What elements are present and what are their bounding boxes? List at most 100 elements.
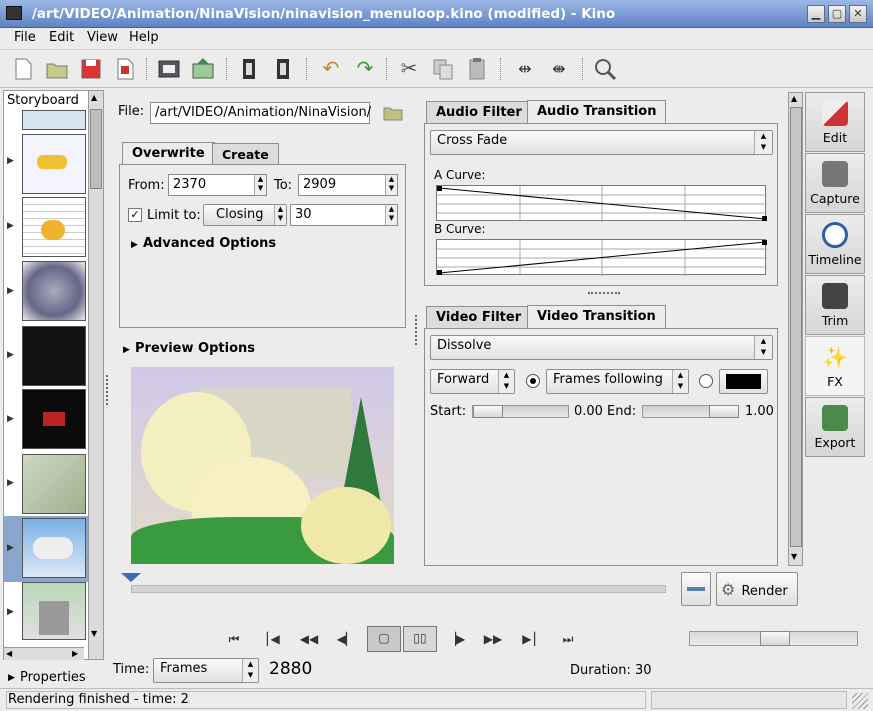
storyboard-hscrollbar[interactable]: ◀ ▶ [4, 647, 84, 660]
minimize-button[interactable]: ▁ [807, 5, 825, 23]
save-as-icon[interactable] [112, 56, 138, 82]
expand-arrow-icon[interactable]: ▶ [7, 350, 14, 360]
expand-arrow-icon[interactable]: ▶ [7, 221, 14, 231]
maximize-button[interactable]: ▢ [828, 5, 846, 23]
properties-arrow-icon[interactable]: ▶ [8, 673, 15, 683]
scene-thumbnail[interactable] [22, 261, 86, 321]
rewind-icon[interactable]: ◀◀ [297, 628, 321, 650]
scene-thumbnail[interactable] [22, 134, 86, 194]
undo-icon[interactable]: ↶ [318, 56, 344, 82]
start-of-movie-icon[interactable]: ⏮ [222, 628, 246, 650]
preview-arrow-icon[interactable]: ▶ [123, 345, 130, 355]
start-slider[interactable] [472, 405, 569, 418]
limit-value-field[interactable]: 30 ▲ ▼ [290, 204, 398, 226]
end-of-movie-icon[interactable]: ⏭ [556, 628, 580, 650]
expand-arrow-icon[interactable]: ▶ [7, 478, 14, 488]
time-format-spin-icon[interactable]: ▲ ▼ [242, 659, 258, 682]
video-transition-combo[interactable]: Dissolve ▲ ▼ [430, 335, 773, 360]
position-slider[interactable] [131, 585, 666, 593]
to-spin-icon[interactable]: ▲ ▼ [385, 175, 397, 195]
cut-icon[interactable]: ✂ [396, 56, 422, 82]
scene-thumbnail[interactable] [22, 110, 86, 130]
paste-icon[interactable] [464, 56, 490, 82]
scroll-thumb[interactable] [790, 107, 802, 547]
previous-scene-icon[interactable]: ⎮◀ [260, 628, 284, 650]
split-scene-icon[interactable]: ⇼ [546, 56, 572, 82]
expand-arrow-icon[interactable]: ▶ [7, 543, 14, 553]
video-transition-spin-icon[interactable]: ▲ ▼ [754, 336, 772, 359]
mode-capture-button[interactable]: Capture [805, 153, 865, 213]
from-field[interactable]: 2370 ▲ ▼ [168, 174, 267, 196]
menu-file[interactable]: File [14, 30, 36, 45]
pane-splitter[interactable] [415, 315, 417, 345]
frames-following-radio[interactable] [526, 374, 540, 388]
color-radio[interactable] [699, 374, 713, 388]
mode-fx-button[interactable]: ✨ FX [805, 336, 865, 396]
resize-grip-icon[interactable] [852, 693, 868, 709]
scroll-down-icon[interactable]: ▼ [791, 552, 797, 561]
mode-edit-button[interactable]: Edit [805, 92, 865, 152]
limit-checkbox[interactable]: ✓ [128, 208, 142, 222]
expand-arrow-icon[interactable]: ▶ [7, 414, 14, 424]
render-button[interactable]: ⚙ Render [716, 572, 798, 606]
expand-arrow-icon[interactable]: ▶ [7, 156, 14, 166]
copy-icon[interactable] [430, 56, 456, 82]
tab-audio-transition[interactable]: Audio Transition [527, 100, 667, 124]
zoom-icon[interactable] [592, 56, 618, 82]
redo-icon[interactable]: ↷ [352, 56, 378, 82]
tab-video-transition[interactable]: Video Transition [527, 305, 666, 329]
tab-audio-filter[interactable]: Audio Filter [426, 101, 532, 124]
advanced-options-expander[interactable]: Advanced Options [143, 236, 276, 251]
forward-frame-icon[interactable]: ▕▶ [444, 628, 468, 650]
file-path-input[interactable]: /art/VIDEO/Animation/NinaVision/ [150, 102, 371, 124]
menu-help[interactable]: Help [129, 30, 159, 45]
pane-splitter[interactable] [106, 375, 108, 405]
properties-label[interactable]: Properties [20, 670, 86, 685]
direction-spin-icon[interactable]: ▲ ▼ [498, 370, 514, 393]
mode-export-button[interactable]: Export [805, 397, 865, 457]
scroll-right-icon[interactable]: ▶ [72, 649, 78, 658]
tab-overwrite[interactable]: Overwrite [122, 142, 215, 165]
scroll-thumb[interactable] [90, 109, 102, 189]
tab-video-filter[interactable]: Video Filter [426, 306, 532, 329]
scene-thumbnail[interactable] [22, 389, 86, 449]
limit-mode-combo[interactable]: Closing ▲ ▼ [203, 204, 287, 226]
scroll-up-icon[interactable]: ▲ [791, 94, 797, 103]
color-button[interactable] [719, 369, 768, 394]
pane-splitter[interactable] [588, 292, 620, 294]
direction-combo[interactable]: Forward ▲ ▼ [430, 369, 515, 394]
back-frame-icon[interactable]: ◀▏ [334, 628, 358, 650]
scene-thumbnail[interactable] [22, 582, 86, 640]
browse-folder-icon[interactable] [382, 102, 404, 126]
scene-thumbnail[interactable] [22, 454, 86, 514]
audio-transition-combo[interactable]: Cross Fade ▲ ▼ [430, 130, 773, 155]
scene-thumbnail[interactable] [22, 326, 86, 386]
fast-forward-icon[interactable]: ▶▶ [481, 628, 505, 650]
mode-trim-button[interactable]: Trim [805, 275, 865, 335]
limit-mode-spin-icon[interactable]: ▲ ▼ [274, 205, 286, 225]
shuttle-slider[interactable] [689, 631, 858, 646]
scroll-down-icon[interactable]: ▼ [91, 629, 97, 638]
scene-thumbnail[interactable] [22, 197, 86, 257]
b-curve-editor[interactable] [436, 239, 767, 276]
pause-button-icon[interactable]: ▯▯ [403, 626, 437, 652]
fx-scrollbar[interactable]: ▲ ▼ [788, 92, 803, 566]
preview-options-expander[interactable]: Preview Options [135, 341, 255, 356]
scroll-left-icon[interactable]: ◀ [6, 649, 12, 658]
mode-timeline-button[interactable]: Timeline [805, 214, 865, 274]
next-scene-icon[interactable]: ▶⎮ [518, 628, 542, 650]
frames-spin-icon[interactable]: ▲ ▼ [672, 370, 688, 393]
position-marker-icon[interactable] [121, 573, 141, 582]
save-icon[interactable] [78, 56, 104, 82]
insert-after-icon[interactable] [270, 56, 296, 82]
audio-transition-spin-icon[interactable]: ▲ ▼ [754, 131, 772, 154]
limit-spin-icon[interactable]: ▲ ▼ [385, 205, 397, 225]
to-field[interactable]: 2909 ▲ ▼ [298, 174, 398, 196]
tab-create[interactable]: Create [212, 143, 279, 164]
export-image-icon[interactable] [190, 56, 216, 82]
a-curve-editor[interactable] [436, 185, 767, 222]
menu-edit[interactable]: Edit [49, 30, 74, 45]
close-button[interactable]: ✕ [849, 5, 867, 23]
scroll-up-icon[interactable]: ▲ [91, 93, 97, 102]
stop-button-icon[interactable]: ▢ [367, 626, 401, 652]
